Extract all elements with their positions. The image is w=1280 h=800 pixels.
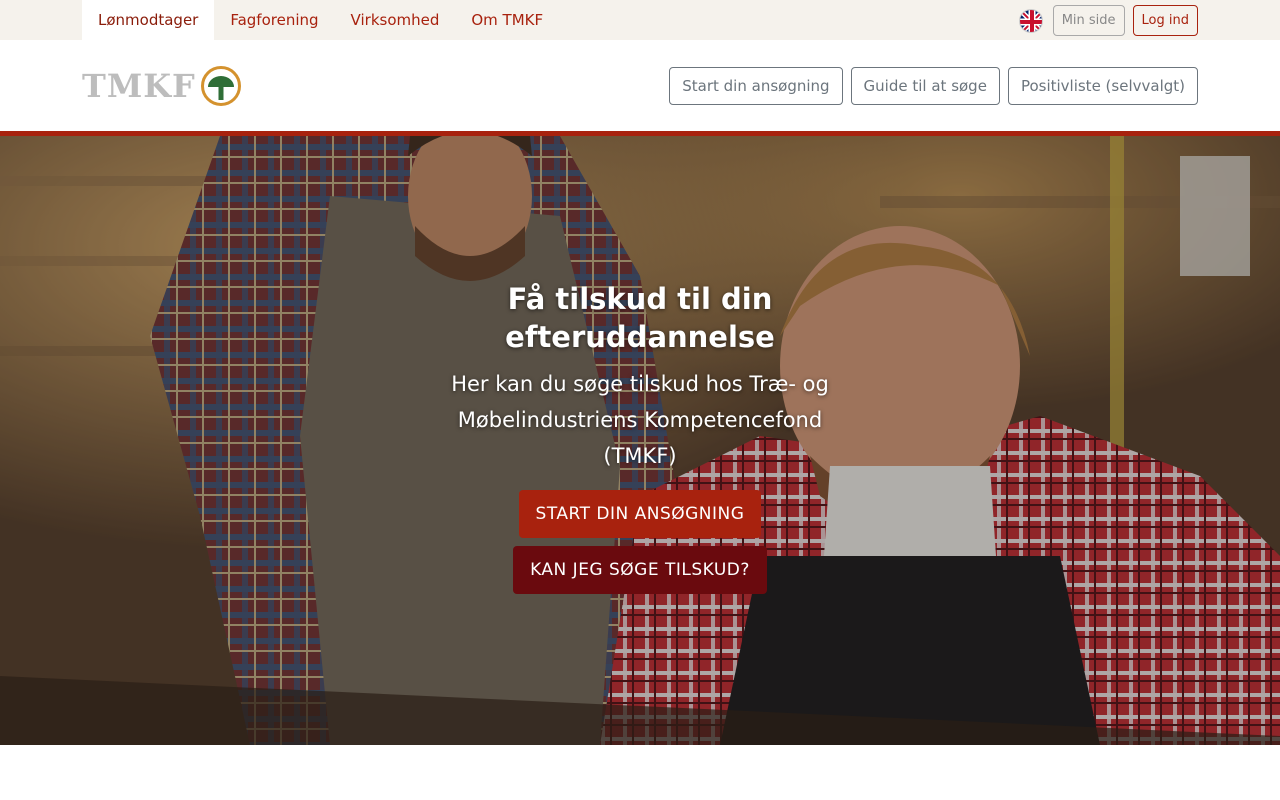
uk-flag-icon[interactable] xyxy=(1018,8,1043,33)
positivliste-nav-button[interactable]: Positivliste (selvvalgt) xyxy=(1007,67,1198,105)
logo-text: TMKF xyxy=(82,67,196,105)
hero-subtitle: Her kan du søge tilskud hos Træ- og Møbe… xyxy=(451,372,829,468)
guide-nav-button[interactable]: Guide til at søge xyxy=(850,67,1000,105)
audience-nav: Lønmodtager Fagforening Virksomhed Om TM… xyxy=(82,0,559,40)
hero-title: Få tilskud til din efteruddannelse xyxy=(505,282,775,354)
hero-banner: Få tilskud til din efteruddannelse Her k… xyxy=(0,136,1280,745)
min-side-button[interactable]: Min side xyxy=(1052,5,1125,36)
start-ansogning-button[interactable]: START DIN ANSØGNING xyxy=(518,490,762,538)
tab-om-tmkf[interactable]: Om TMKF xyxy=(455,0,559,40)
hero-actions: START DIN ANSØGNING KAN JEG SØGE TILSKUD… xyxy=(420,490,860,594)
site-header: TMKF Start din ansøgning Guide til at sø… xyxy=(0,40,1280,131)
log-ind-button[interactable]: Log ind xyxy=(1132,5,1198,36)
top-bar: Lønmodtager Fagforening Virksomhed Om TM… xyxy=(0,0,1280,40)
tab-virksomhed[interactable]: Virksomhed xyxy=(335,0,456,40)
hero-content: Få tilskud til din efteruddannelse Her k… xyxy=(420,280,860,594)
main-nav: Start din ansøgning Guide til at søge Po… xyxy=(669,67,1198,105)
account-actions: Min side Log ind xyxy=(1018,5,1198,36)
tree-logo-icon xyxy=(200,66,241,106)
start-ansogning-nav-button[interactable]: Start din ansøgning xyxy=(669,67,843,105)
logo[interactable]: TMKF xyxy=(82,65,242,107)
kan-jeg-soge-button[interactable]: KAN JEG SØGE TILSKUD? xyxy=(513,546,767,594)
tab-fagforening[interactable]: Fagforening xyxy=(214,0,334,40)
tab-lonmodtager[interactable]: Lønmodtager xyxy=(82,0,215,40)
content-section xyxy=(0,745,1280,800)
